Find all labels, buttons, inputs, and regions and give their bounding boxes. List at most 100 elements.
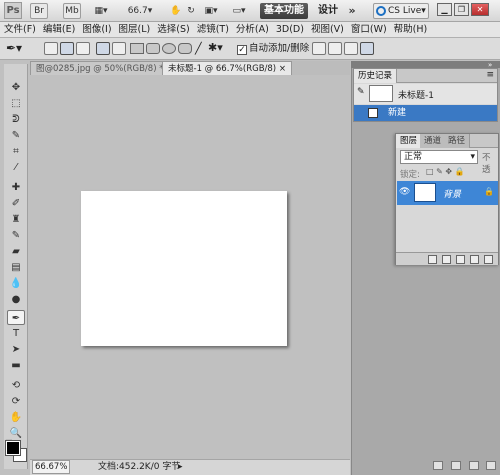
path-exclude-icon[interactable] — [360, 42, 374, 55]
hand-tool-icon[interactable]: ✋ — [7, 410, 25, 425]
pen-tool-preset-icon[interactable]: ✒▾ — [6, 41, 22, 55]
path-intersect-icon[interactable] — [344, 42, 358, 55]
layers-panel: 图层 通道 路径 正常 ▾ 不透 锁定: □ ✎ ✥ 🔒 👁 背景 🔒 — [395, 133, 499, 265]
clone-stamp-tool-icon[interactable]: ♜ — [7, 212, 25, 227]
tab-document-1[interactable]: 图@0285.jpg @ 50%(RGB/8) * × — [30, 61, 180, 75]
tab-document-2[interactable]: 未标题-1 @ 66.7%(RGB/8) × — [162, 61, 292, 75]
menu-bar: 文件(F) 编辑(E) 图像(I) 图层(L) 选择(S) 滤镜(T) 分析(A… — [0, 22, 500, 38]
more-workspaces-button[interactable]: » — [345, 3, 359, 19]
move-tool-icon[interactable]: ✥ — [7, 80, 25, 95]
workspace-design-button[interactable]: 设计 — [313, 3, 343, 19]
menu-analysis[interactable]: 分析(A) — [236, 22, 269, 37]
marquee-tool-icon[interactable]: ⬚ — [7, 96, 25, 111]
document-canvas[interactable] — [81, 191, 287, 346]
tab-channels[interactable]: 通道 — [420, 134, 447, 148]
gradient-tool-icon[interactable]: ▤ — [7, 260, 25, 275]
menu-edit[interactable]: 编辑(E) — [43, 22, 75, 37]
path-add-icon[interactable] — [312, 42, 326, 55]
zoom-percentage-field[interactable]: 66.67% — [32, 460, 70, 474]
menu-image[interactable]: 图像(I) — [82, 22, 111, 37]
pen-tool-icon[interactable]: ✒ — [7, 310, 25, 325]
line-shape-icon[interactable]: ╱ — [195, 42, 202, 55]
menu-help[interactable]: 帮助(H) — [394, 22, 428, 37]
lock-icons[interactable]: □ ✎ ✥ 🔒 — [426, 167, 465, 176]
rounded-rectangle-icon[interactable] — [146, 43, 160, 54]
menu-view[interactable]: 视图(V) — [311, 22, 344, 37]
close-button[interactable]: ✕ — [471, 3, 489, 16]
menu-filter[interactable]: 滤镜(T) — [197, 22, 229, 37]
paths-mode-icon[interactable] — [60, 42, 74, 55]
path-subtract-icon[interactable] — [328, 42, 342, 55]
checkbox-check-icon: ✓ — [237, 45, 247, 55]
3d-rotate-tool-icon[interactable]: ⟲ — [7, 378, 25, 393]
layer-name: 背景 — [443, 190, 462, 200]
adjustment-layer-icon[interactable] — [470, 255, 479, 264]
document-size-info: 文档:452.2K/0 字节 — [98, 462, 181, 472]
bridge-button[interactable]: Br — [30, 3, 48, 19]
view-extras-button[interactable]: ▦▾ — [90, 3, 112, 19]
history-panel: 历史记录 ≡ ✎ 未标题-1 新建 — [353, 68, 498, 122]
eraser-tool-icon[interactable]: ▰ — [7, 244, 25, 259]
link-layers-icon[interactable] — [428, 255, 437, 264]
minimize-button[interactable]: ▁ — [437, 3, 452, 16]
mini-bridge-button[interactable]: Mb — [63, 3, 81, 19]
shape-layers-mode-icon[interactable] — [44, 42, 58, 55]
fill-pixels-mode-icon[interactable] — [76, 42, 90, 55]
eyedropper-tool-icon[interactable]: ⁄ — [7, 160, 25, 175]
arrange-documents-button[interactable]: ▣▾ — [200, 3, 222, 19]
pen-icon[interactable] — [96, 42, 110, 55]
screen-mode-button[interactable]: ▭▾ — [228, 3, 250, 19]
menu-select[interactable]: 选择(S) — [157, 22, 189, 37]
layer-style-icon[interactable] — [442, 255, 451, 264]
healing-brush-tool-icon[interactable]: ✚ — [7, 180, 25, 195]
type-tool-icon[interactable]: T — [7, 326, 25, 341]
new-snapshot-icon[interactable] — [469, 461, 479, 470]
auto-add-delete-checkbox[interactable]: ✓ 自动添加/删除 — [237, 42, 309, 56]
rectangle-shape-icon[interactable] — [130, 43, 144, 54]
history-brush-source-icon[interactable]: ✎ — [357, 87, 365, 97]
ellipse-shape-icon[interactable] — [162, 43, 176, 54]
delete-state-icon[interactable] — [486, 461, 496, 470]
blend-mode-select[interactable]: 正常 ▾ — [400, 150, 478, 164]
zoom-level-dropdown[interactable]: 66.7▾ — [124, 3, 156, 19]
menu-3d[interactable]: 3D(D) — [276, 22, 304, 37]
panel-menu-icon[interactable]: ≡ — [486, 70, 494, 80]
menu-file[interactable]: 文件(F) — [4, 22, 36, 37]
rotate-view-button[interactable]: ↻ — [180, 3, 202, 19]
quick-selection-tool-icon[interactable]: ✎ — [7, 128, 25, 143]
new-layer-icon[interactable] — [484, 255, 493, 264]
history-state-name: 新建 — [388, 108, 407, 118]
cs-live-button[interactable]: CS Live▾ — [373, 3, 429, 19]
history-state-row[interactable]: 新建 — [354, 105, 497, 121]
history-snapshot-row[interactable]: ✎ 未标题-1 — [354, 84, 497, 104]
menu-window[interactable]: 窗口(W) — [351, 22, 387, 37]
status-menu-icon[interactable]: ▸ — [178, 460, 183, 475]
tab-layers[interactable]: 图层 — [396, 134, 423, 148]
close-tab-icon[interactable]: × — [279, 64, 286, 74]
foreground-color-swatch[interactable] — [5, 440, 21, 456]
crop-tool-icon[interactable]: ⌗ — [7, 144, 25, 159]
new-document-from-state-icon[interactable] — [451, 461, 461, 470]
visibility-eye-icon[interactable]: 👁 — [399, 187, 410, 197]
polygon-shape-icon[interactable] — [178, 43, 192, 54]
path-selection-tool-icon[interactable]: ➤ — [7, 342, 25, 357]
blend-mode-value: 正常 — [404, 152, 423, 162]
tab-paths[interactable]: 路径 — [444, 134, 471, 148]
history-snapshot-icon[interactable] — [433, 461, 443, 470]
lasso-tool-icon[interactable]: ᕲ — [7, 112, 25, 127]
canvas-workspace[interactable] — [30, 75, 350, 459]
blur-tool-icon[interactable]: 💧 — [7, 276, 25, 291]
add-mask-icon[interactable] — [456, 255, 465, 264]
restore-button[interactable]: ❐ — [454, 3, 469, 16]
history-brush-tool-icon[interactable]: ✎ — [7, 228, 25, 243]
tab-history[interactable]: 历史记录 — [354, 69, 398, 83]
brush-tool-icon[interactable]: ✐ — [7, 196, 25, 211]
3d-orbit-tool-icon[interactable]: ⟳ — [7, 394, 25, 409]
workspace-essentials-button[interactable]: 基本功能 — [260, 3, 308, 19]
custom-shape-icon[interactable]: ✱▾ — [208, 41, 223, 54]
menu-layer[interactable]: 图层(L) — [119, 22, 151, 37]
dodge-tool-icon[interactable]: ● — [7, 292, 25, 307]
rectangle-tool-icon[interactable]: ▬ — [7, 358, 25, 373]
layer-row-background[interactable]: 👁 背景 🔒 — [397, 181, 498, 205]
freeform-pen-icon[interactable] — [112, 42, 126, 55]
